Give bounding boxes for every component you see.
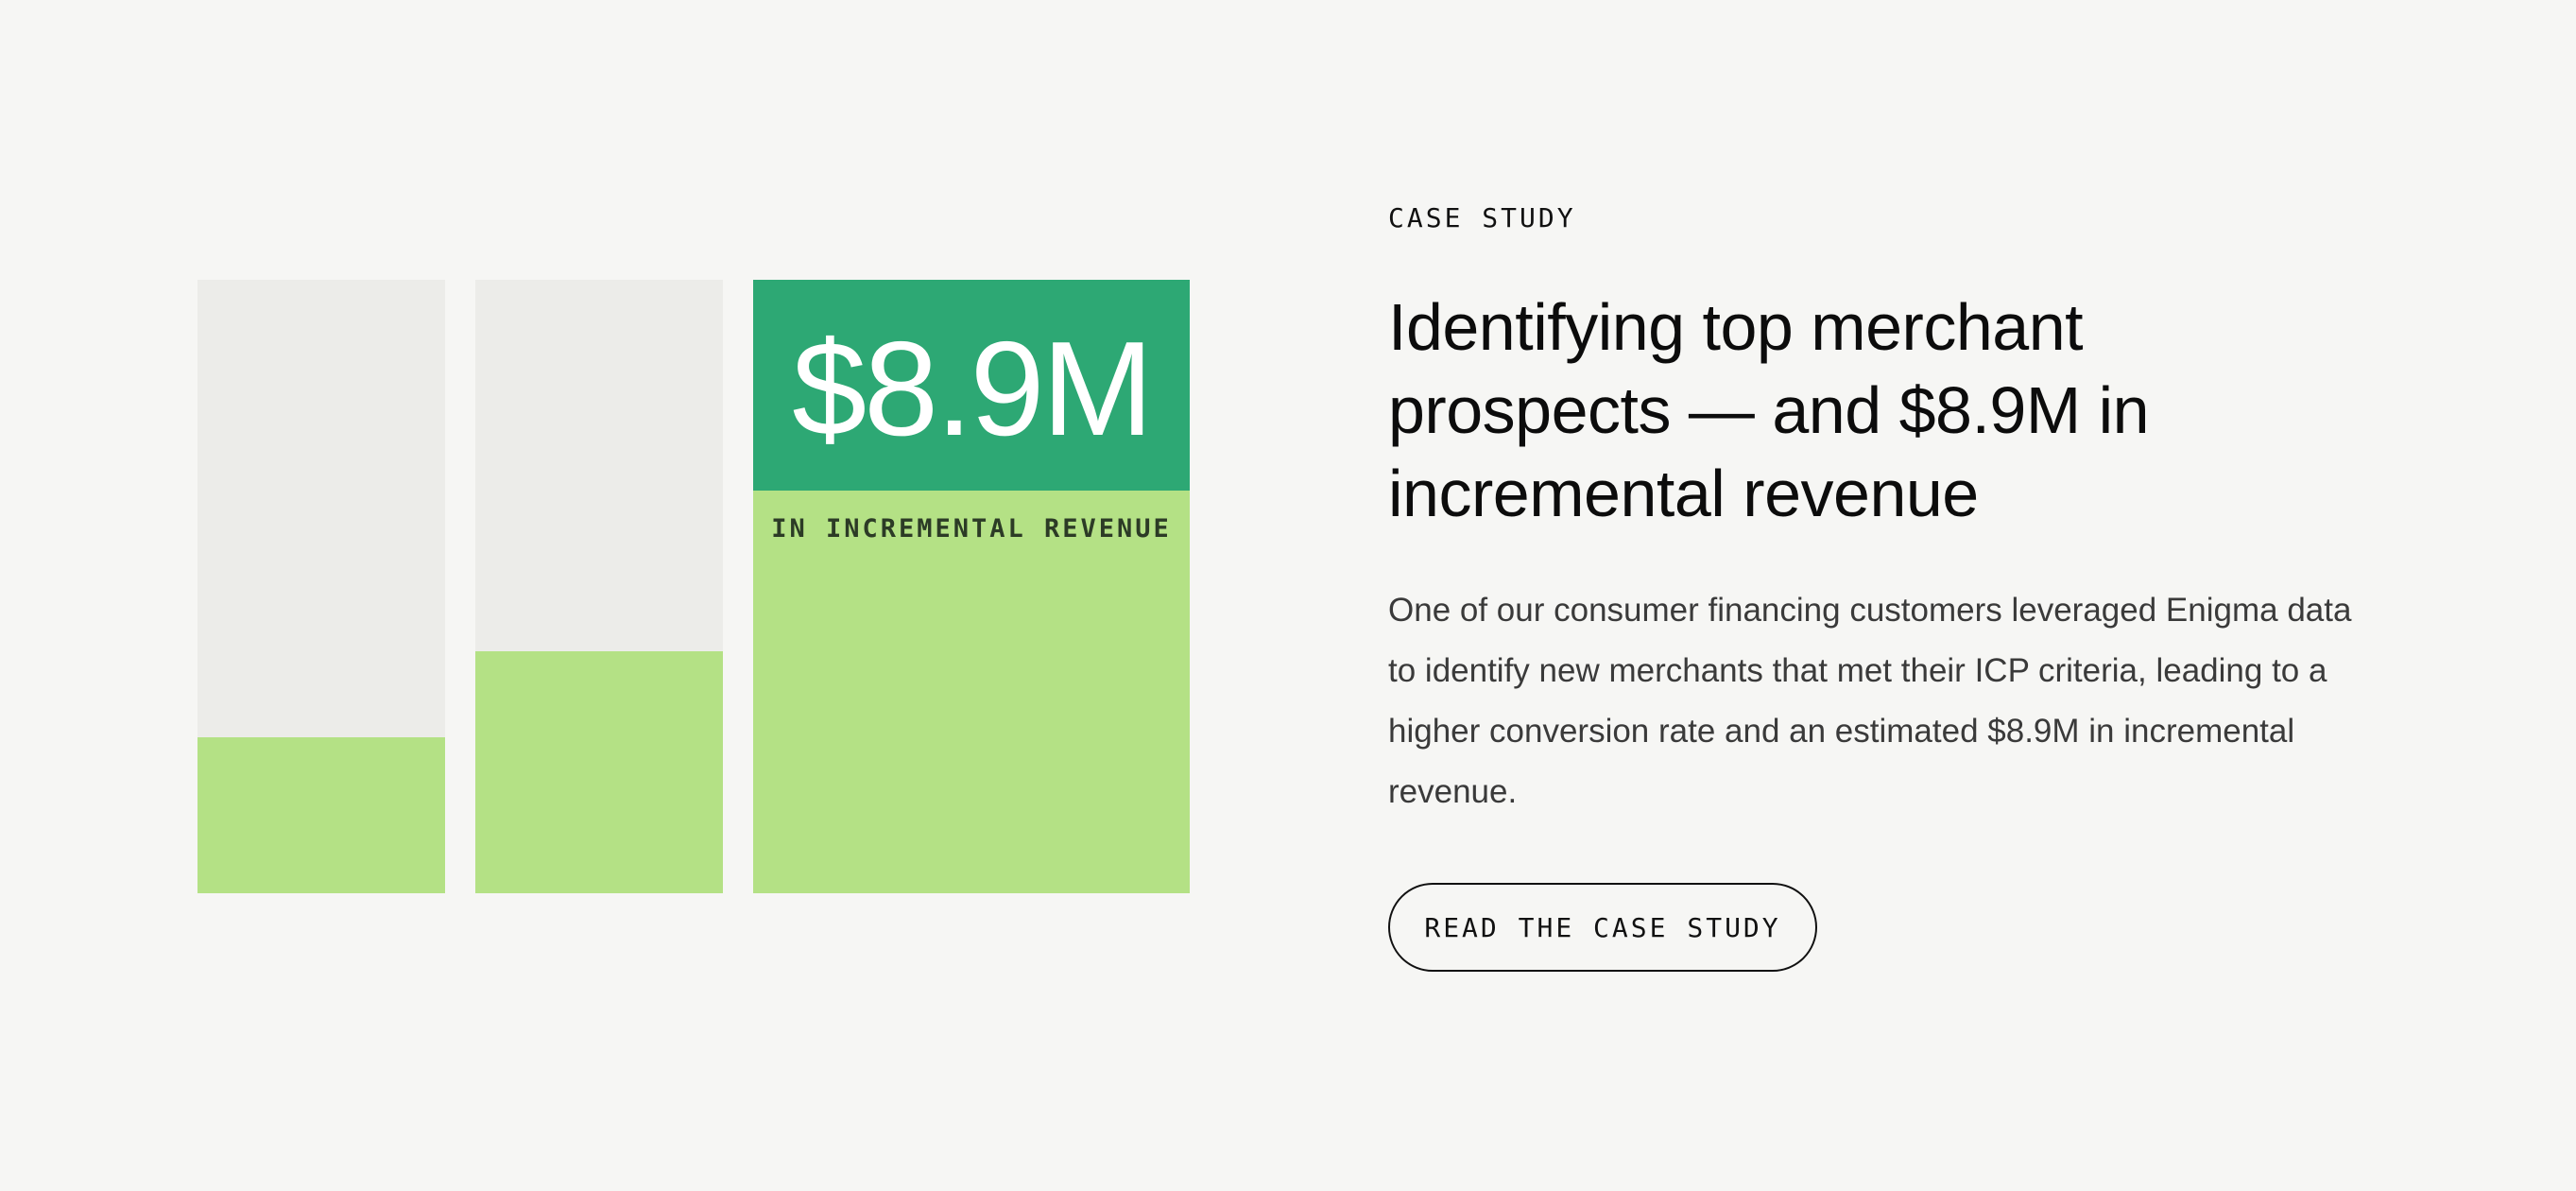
stat-caption: IN INCREMENTAL REVENUE — [771, 514, 1172, 544]
case-study-section: $8.9M IN INCREMENTAL REVENUE CASE STUDY … — [0, 0, 2576, 1191]
stat-value: $8.9M — [792, 313, 1154, 464]
eyebrow-label: CASE STUDY — [1388, 202, 1576, 233]
progress-bar-medium — [475, 280, 723, 893]
bar-fill — [475, 650, 723, 893]
case-study-title: Identifying top merchant prospects — and… — [1388, 290, 2150, 530]
bar-fill — [197, 736, 445, 893]
case-study-description: One of our consumer financing customers … — [1388, 592, 2352, 810]
revenue-illustration: $8.9M IN INCREMENTAL REVENUE — [197, 280, 1190, 893]
stat-headline-block: $8.9M — [753, 280, 1190, 491]
read-case-study-label: READ THE CASE STUDY — [1424, 911, 1781, 943]
progress-bar-highlight: $8.9M IN INCREMENTAL REVENUE — [753, 280, 1190, 893]
progress-bar-small — [197, 280, 445, 893]
read-case-study-button[interactable]: READ THE CASE STUDY — [1388, 883, 1817, 972]
